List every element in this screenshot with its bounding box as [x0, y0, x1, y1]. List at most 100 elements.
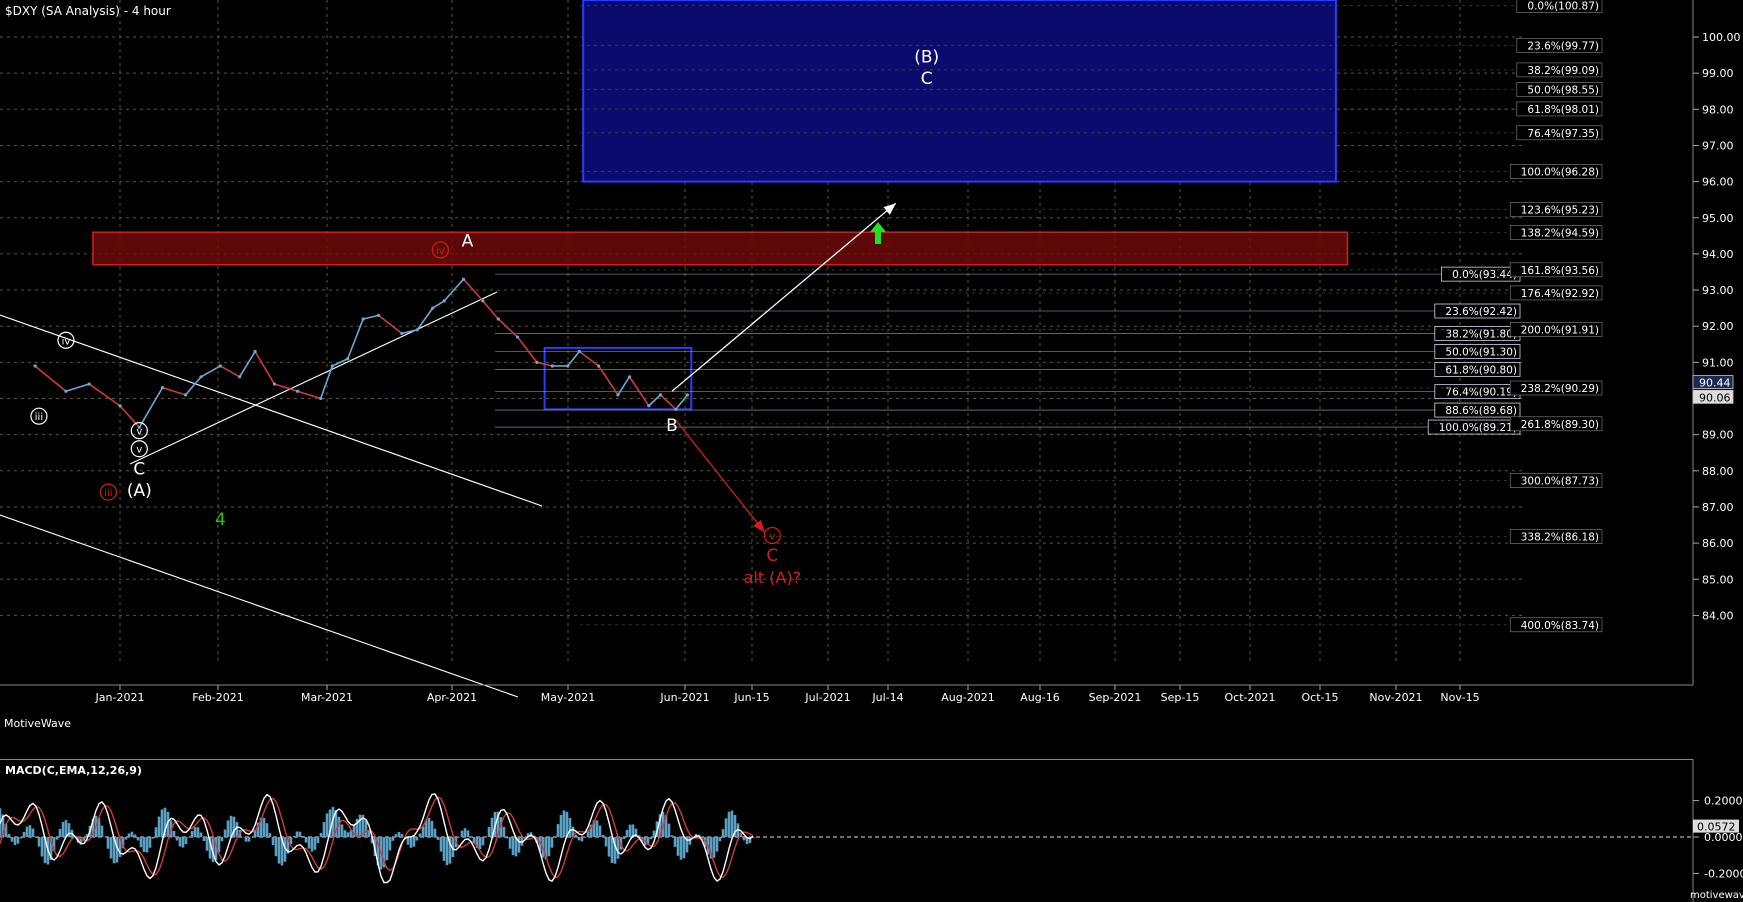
price-series: [33, 277, 690, 430]
price-axis-label: 84.00: [1702, 609, 1734, 622]
wave-label: B: [666, 416, 678, 436]
price-point: [199, 375, 203, 379]
fib-extension-label: 238.2%(90.29): [1521, 383, 1599, 395]
price-axis-label: 96.00: [1702, 176, 1734, 189]
price-point: [616, 393, 620, 397]
wave-label: iii: [104, 488, 112, 499]
channel-lines: [0, 291, 543, 698]
macd-axis[interactable]: 0.20000.0000-0.20000.0572: [1692, 759, 1743, 902]
price-point: [566, 364, 570, 368]
price-segment: [462, 278, 484, 302]
price-segment: [119, 405, 140, 428]
price-point: [461, 277, 466, 281]
last-price-label: 90.44: [1699, 377, 1731, 390]
price-point: [253, 349, 257, 354]
date-axis-label: Sep-2021: [1089, 691, 1142, 704]
price-point: [431, 306, 435, 310]
price-point: [550, 364, 554, 368]
price-point: [377, 313, 381, 317]
wave-label: alt (A)?: [744, 568, 802, 587]
price-point: [496, 317, 500, 321]
fib-extension-label: 0.0%(100.87): [1527, 1, 1599, 13]
fib-extension-label: 338.2%(86.18): [1521, 532, 1599, 544]
date-axis[interactable]: Jan-2021 Feb-2021 Mar-2021 Apr-2021 May-2021…: [0, 684, 1693, 704]
chart-title: $DXY (SA Analysis) - 4 hour: [5, 4, 171, 18]
price-point: [597, 364, 601, 368]
fib-retracement-label: 61.8%(90.80): [1445, 365, 1517, 377]
motivewave-site-watermark: motivewave.com: [1690, 890, 1743, 901]
price-segment: [185, 376, 202, 396]
macd-panel[interactable]: MACD(C,EMA,12,26,9) 0.20000.0000-0.20000…: [0, 759, 1743, 902]
trend-arrow-line: [675, 419, 766, 533]
macd-grid: [0, 759, 1693, 838]
fib-retracement-label: 38.2%(91.80): [1445, 328, 1517, 340]
date-axis-label: Aug-16: [1020, 691, 1059, 704]
main-price-chart[interactable]: $DXY (SA Analysis) - 4 hour 0.0%(93.44) 2…: [0, 0, 1743, 759]
price-axis-label: 89.00: [1702, 429, 1734, 442]
price-axis-label: 87.00: [1702, 501, 1734, 514]
date-axis-label: Jul-2021: [804, 691, 850, 704]
macd-series: [0, 793, 755, 884]
price-point: [272, 382, 276, 386]
price-point: [361, 317, 365, 321]
price-point: [118, 404, 122, 408]
price-segment: [516, 336, 538, 363]
price-segment: [617, 376, 631, 396]
price-segment: [675, 394, 689, 410]
wave-label: C: [133, 459, 145, 479]
date-axis-label: Oct-15: [1302, 691, 1339, 704]
date-axis-label: Aug-2021: [941, 691, 994, 704]
price-point: [64, 389, 68, 393]
price-segment: [162, 386, 186, 396]
date-axis-label: Apr-2021: [427, 691, 477, 704]
price-point: [160, 386, 165, 390]
price-segment: [88, 383, 121, 407]
price-segment: [597, 365, 619, 396]
price-segment: [443, 278, 465, 302]
price-point: [481, 299, 485, 303]
price-segment: [497, 318, 519, 338]
price-segment: [138, 387, 164, 428]
date-axis-label: Feb-2021: [192, 691, 243, 704]
price-segment: [659, 394, 677, 410]
price-point: [674, 407, 678, 411]
fib-extension-label: 61.8%(98.01): [1527, 104, 1599, 116]
red-resistance-zone: [92, 231, 1349, 266]
price-segment: [362, 314, 379, 320]
date-axis-label: Oct-2021: [1225, 691, 1276, 704]
price-zones: [92, 0, 1349, 411]
wave-label: iv: [62, 336, 71, 347]
wave-label: (A): [127, 481, 152, 501]
price-axis-label: 85.00: [1702, 573, 1734, 586]
price-segment: [432, 300, 445, 309]
fib-retracement-label: 50.0%(91.30): [1445, 347, 1517, 359]
price-point: [87, 382, 91, 386]
date-axis-label: Jun-2021: [659, 691, 709, 704]
price-point: [295, 389, 300, 393]
blue-target-zone: [582, 0, 1337, 183]
price-segment: [482, 300, 499, 320]
price-segment: [346, 318, 364, 360]
wave-label: C: [921, 69, 933, 89]
price-axis-label: 99.00: [1702, 67, 1734, 80]
fib-extension-label: 138.2%(94.59): [1521, 228, 1599, 240]
price-point: [400, 331, 404, 336]
channel-line: [129, 291, 498, 465]
price-axis[interactable]: 100.00 99.00 98.00 97.00 96.00 95.00 94.00 93.0…: [1692, 0, 1741, 685]
wave-label: (B): [914, 47, 939, 67]
wave-label: v: [136, 427, 142, 438]
blue-consolidation-box: [543, 346, 693, 411]
date-axis-label: Sep-15: [1161, 691, 1200, 704]
price-segment: [200, 365, 221, 378]
wave-label: iv: [436, 246, 445, 257]
channel-line: [0, 514, 519, 698]
price-point: [535, 360, 539, 364]
price-axis-label: 100.00: [1702, 31, 1741, 44]
price-axis-label: 97.00: [1702, 139, 1734, 152]
price-point: [647, 404, 651, 408]
price-point: [33, 364, 37, 368]
fib-retracement-label: 23.6%(92.42): [1445, 306, 1517, 318]
price-segment: [219, 365, 241, 378]
fib-extension-label: 23.6%(99.77): [1527, 40, 1599, 52]
trend-arrow-head: [883, 203, 896, 215]
